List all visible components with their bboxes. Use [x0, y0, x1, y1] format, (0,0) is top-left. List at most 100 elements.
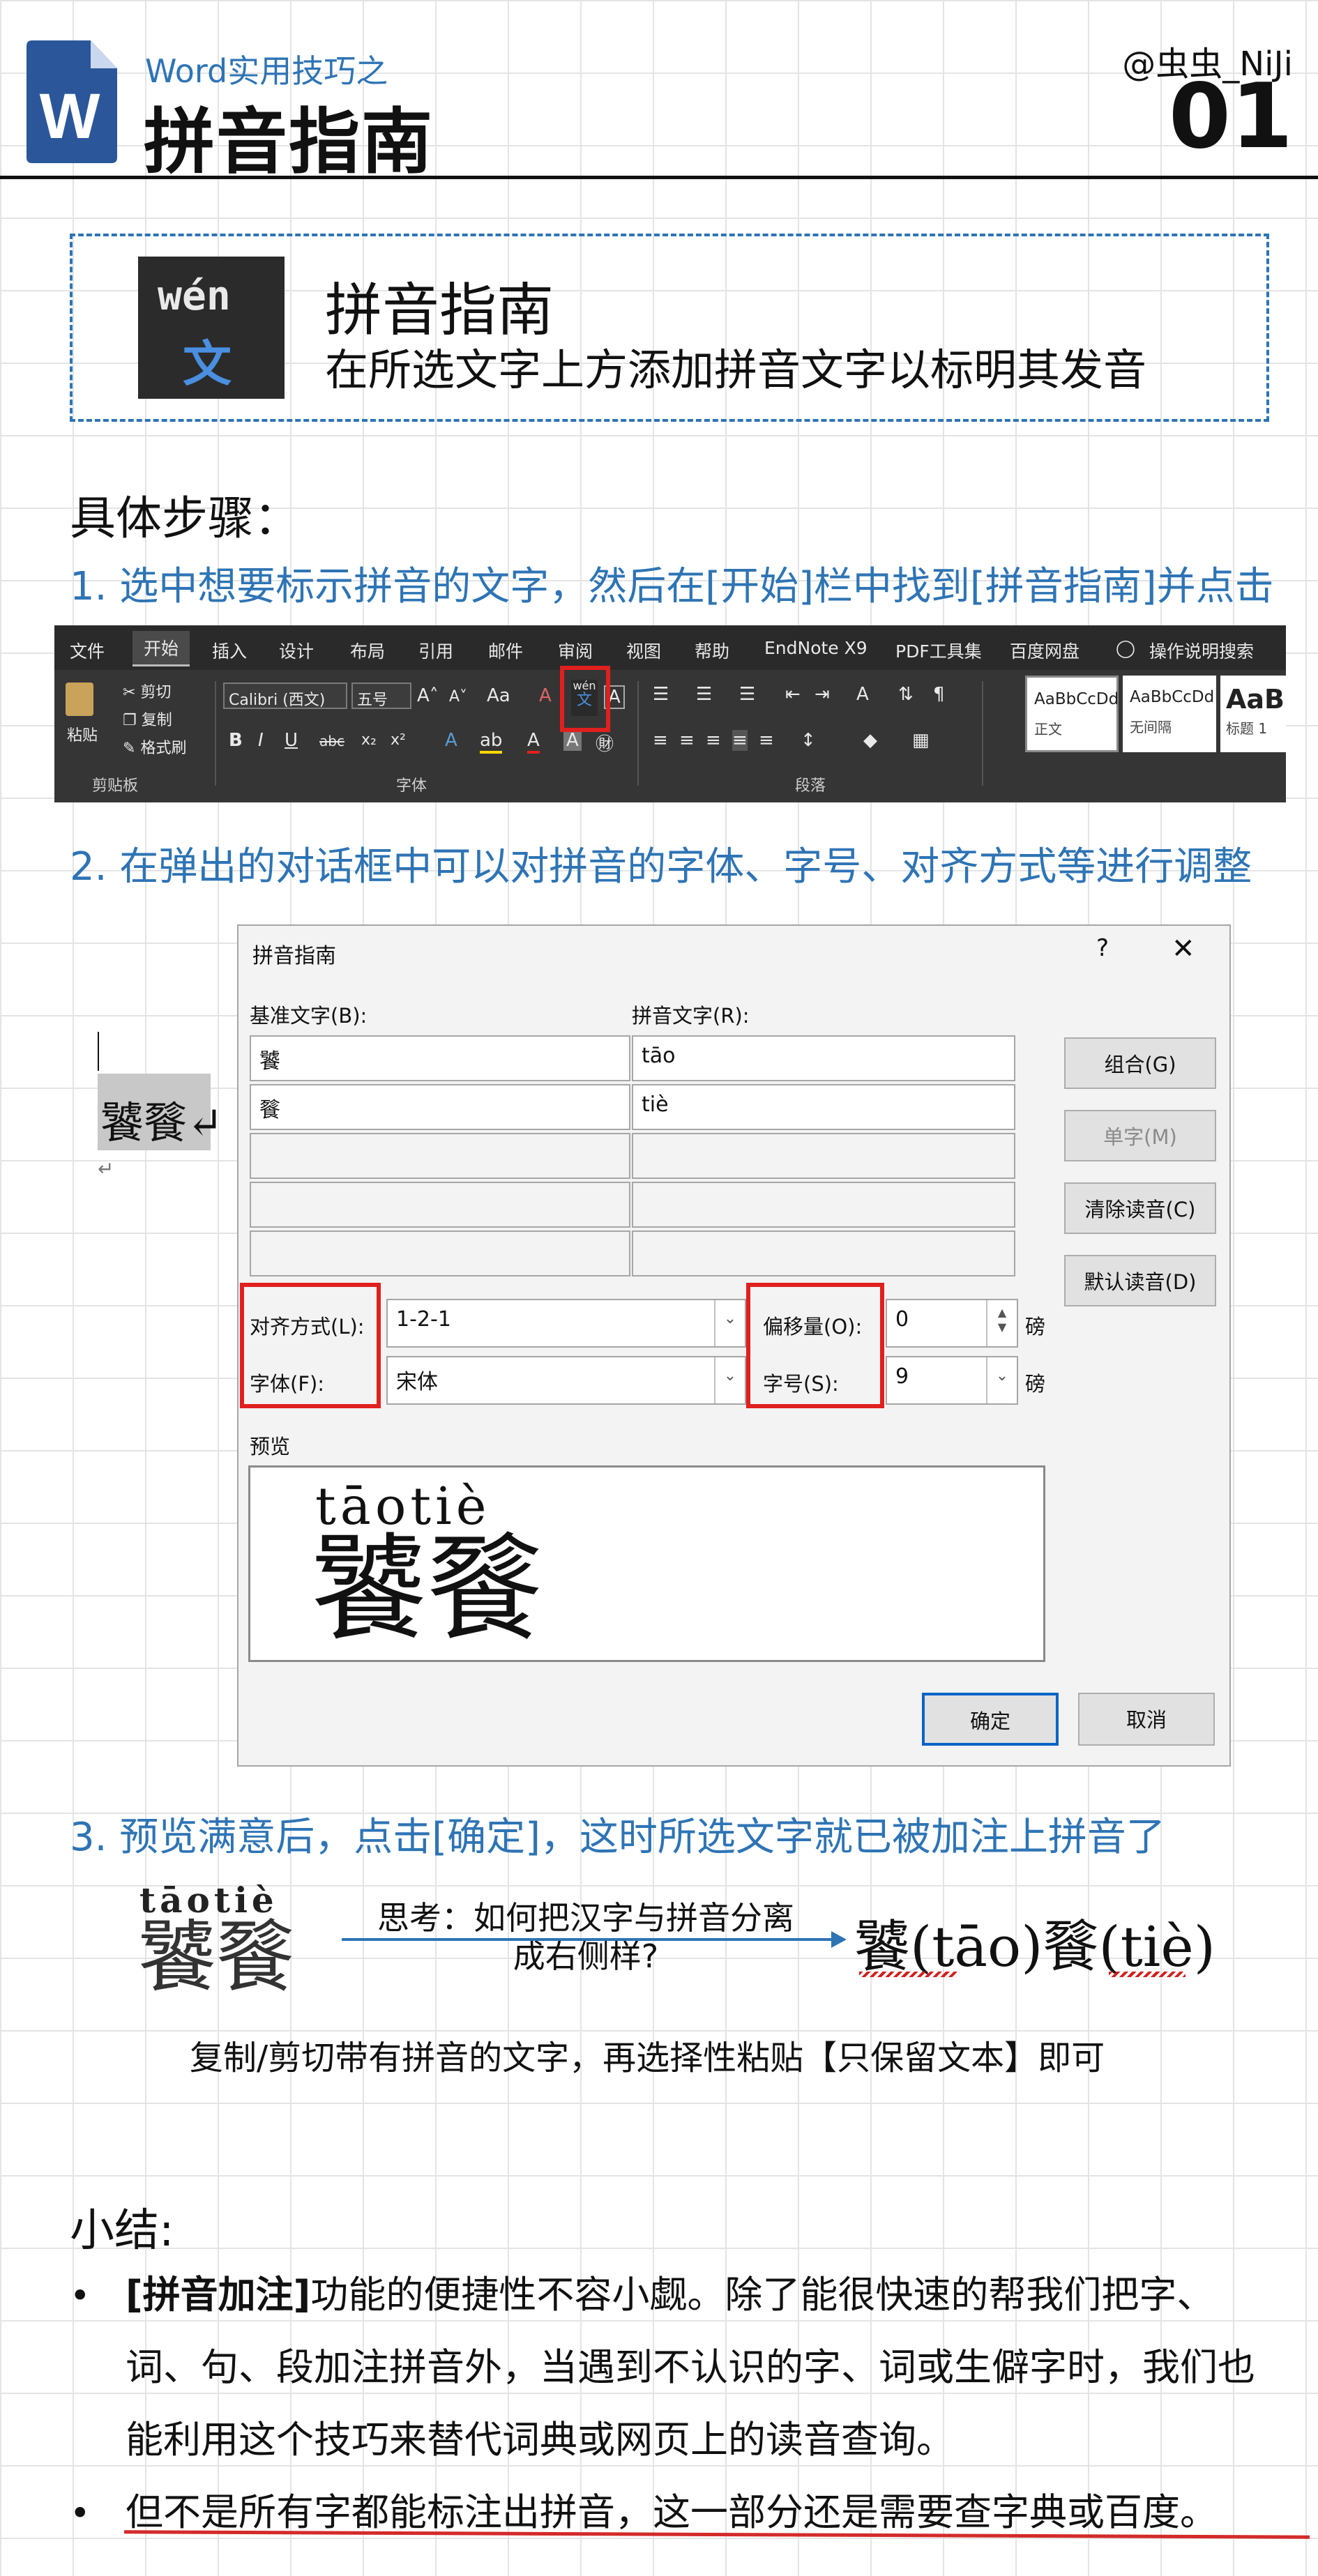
separated-result: 饕(tāo)餮(tiè) — [854, 1914, 1215, 1979]
pinyin-guide-icon: wén 文 — [138, 257, 285, 399]
align-right-icon[interactable]: ≡ — [706, 730, 721, 751]
multilevel-list-icon[interactable]: ☰ — [739, 684, 755, 705]
copy-icon: ❐ — [123, 712, 137, 729]
tab-references[interactable]: 引用 — [418, 638, 453, 663]
asian-layout-icon[interactable]: A — [856, 684, 869, 705]
base-text-field[interactable] — [250, 1182, 630, 1228]
change-case-icon[interactable]: Aa — [487, 685, 510, 706]
alignment-font-highlight — [240, 1283, 381, 1408]
align-center-icon[interactable]: ≡ — [679, 730, 695, 751]
font-group-label: 字体 — [396, 777, 427, 795]
tab-baidu-pan[interactable]: 百度网盘 — [1010, 638, 1080, 663]
paste-icon[interactable] — [66, 683, 93, 716]
format-painter-button[interactable]: ✎ 格式刷 — [123, 736, 186, 758]
tab-file[interactable]: 文件 — [70, 638, 105, 663]
borders-icon[interactable]: ▦ — [912, 730, 930, 751]
style-name: 无间隔 — [1130, 719, 1172, 736]
tab-design[interactable]: 设计 — [279, 638, 314, 663]
issue-number: 01 — [1168, 65, 1293, 169]
arrow-right-icon — [831, 1931, 847, 1948]
numbering-icon[interactable]: ☰ — [696, 684, 712, 705]
base-text-field[interactable]: 饕 — [250, 1035, 630, 1081]
tab-layout[interactable]: 布局 — [350, 638, 385, 663]
alignment-select[interactable]: 1-2-1 ⌄ — [386, 1299, 746, 1348]
shading-icon[interactable]: ◆ — [863, 730, 877, 751]
step-1: 1. 选中想要标示拼音的文字，然后在[开始]栏中找到[拼音指南]并点击 — [70, 564, 1274, 609]
distributed-icon[interactable]: ≡ — [759, 730, 774, 751]
tab-tell-me[interactable]: 操作说明搜索 — [1149, 638, 1254, 663]
char-shading-icon[interactable]: A — [563, 730, 582, 751]
highlight-icon[interactable]: ab — [480, 730, 503, 754]
ruby-text-field[interactable]: tāo — [632, 1035, 1015, 1081]
mono-button[interactable]: 单字(M) — [1064, 1110, 1216, 1161]
underline-icon[interactable]: U — [285, 730, 298, 751]
tab-pdf-tools[interactable]: PDF工具集 — [895, 638, 982, 663]
copy-button[interactable]: ❐ 复制 — [123, 708, 172, 730]
base-text-field[interactable] — [250, 1230, 630, 1276]
clear-reading-button[interactable]: 清除读音(C) — [1064, 1182, 1216, 1234]
italic-icon[interactable]: I — [258, 730, 264, 751]
increase-indent-icon[interactable]: ⇥ — [815, 684, 830, 705]
font-color-icon[interactable]: A — [527, 730, 540, 754]
bold-icon[interactable]: B — [229, 730, 243, 751]
tab-insert[interactable]: 插入 — [212, 638, 247, 663]
sort-icon[interactable]: ⇅ — [898, 684, 914, 705]
ruby-text-field[interactable]: tiè — [632, 1084, 1015, 1130]
paste-button[interactable]: 粘贴 — [67, 723, 98, 745]
font-size-combo[interactable]: 五号 — [351, 683, 411, 709]
alignment-value: 1-2-1 — [396, 1307, 451, 1332]
ribbon-menu-bar: 文件 开始 插入 设计 布局 引用 邮件 审阅 视图 帮助 EndNote X9… — [54, 625, 1286, 670]
enclose-char-icon[interactable]: ㊖ — [596, 730, 614, 756]
word-logo-icon: W — [26, 40, 117, 163]
group-button[interactable]: 组合(G) — [1064, 1037, 1216, 1089]
cut-button[interactable]: ✂ 剪切 — [123, 680, 171, 702]
help-button[interactable]: ? — [1096, 934, 1109, 962]
style-normal[interactable]: AaBbCcDd 正文 — [1025, 676, 1119, 752]
grow-font-icon[interactable]: A˄ — [417, 685, 439, 706]
tab-help[interactable]: 帮助 — [695, 638, 729, 663]
spinner-arrows-icon[interactable]: ▲ ▼ — [986, 1300, 1017, 1346]
tab-view[interactable]: 视图 — [626, 638, 661, 663]
tab-home[interactable]: 开始 — [132, 631, 190, 666]
cancel-button[interactable]: 取消 — [1078, 1693, 1215, 1746]
superscript-icon[interactable]: x² — [391, 731, 406, 749]
size-select[interactable]: 9 ⌄ — [886, 1356, 1018, 1405]
decrease-indent-icon[interactable]: ⇤ — [785, 684, 801, 705]
word-logo-letter: W — [40, 81, 100, 152]
style-preview: AaBb — [1226, 684, 1286, 715]
tab-mailings[interactable]: 邮件 — [488, 638, 523, 663]
base-text-field[interactable] — [250, 1133, 630, 1179]
ok-button[interactable]: 确定 — [922, 1693, 1059, 1746]
justify-icon[interactable]: ≡ — [732, 730, 748, 751]
bullet-icon: • — [70, 2493, 91, 2533]
style-no-spacing[interactable]: AaBbCcDd 无间隔 — [1123, 676, 1216, 752]
tab-endnote[interactable]: EndNote X9 — [764, 638, 868, 658]
strikethrough-icon[interactable]: abc — [319, 733, 344, 749]
paragraph-group-label: 段落 — [795, 777, 826, 795]
bullets-icon[interactable]: ☰ — [653, 684, 669, 705]
shrink-font-icon[interactable]: A˅ — [449, 688, 467, 706]
ruby-text-field[interactable] — [632, 1230, 1015, 1276]
chevron-down-icon: ⌄ — [714, 1357, 745, 1403]
think-line-2: 成右侧样? — [513, 1937, 659, 1976]
show-marks-icon[interactable]: ¶ — [933, 684, 945, 705]
arrow-line — [342, 1938, 833, 1941]
ruby-text-field[interactable] — [632, 1182, 1015, 1228]
close-icon[interactable]: ✕ — [1172, 933, 1195, 965]
font-name-combo[interactable]: Calibri (西文) — [223, 683, 347, 709]
line-spacing-icon[interactable]: ↕ — [801, 730, 816, 751]
font-select[interactable]: 宋体 ⌄ — [386, 1356, 746, 1405]
clear-format-icon[interactable]: A — [539, 685, 552, 706]
default-reading-button[interactable]: 默认读音(D) — [1064, 1255, 1216, 1306]
format-painter-label: 格式刷 — [140, 740, 187, 757]
offset-spinner[interactable]: 0 ▲ ▼ — [886, 1299, 1018, 1348]
align-left-icon[interactable]: ≡ — [653, 730, 668, 751]
style-heading-1[interactable]: AaBb 标题 1 — [1220, 676, 1286, 752]
text-effects-icon[interactable]: A — [445, 730, 457, 751]
lightbulb-icon: ◯ — [1116, 638, 1135, 658]
offset-unit: 磅 — [1025, 1315, 1046, 1339]
ruby-text-field[interactable] — [632, 1133, 1015, 1179]
tab-review[interactable]: 审阅 — [558, 638, 593, 663]
subscript-icon[interactable]: x₂ — [361, 731, 377, 749]
base-text-field[interactable]: 餮 — [250, 1084, 630, 1130]
